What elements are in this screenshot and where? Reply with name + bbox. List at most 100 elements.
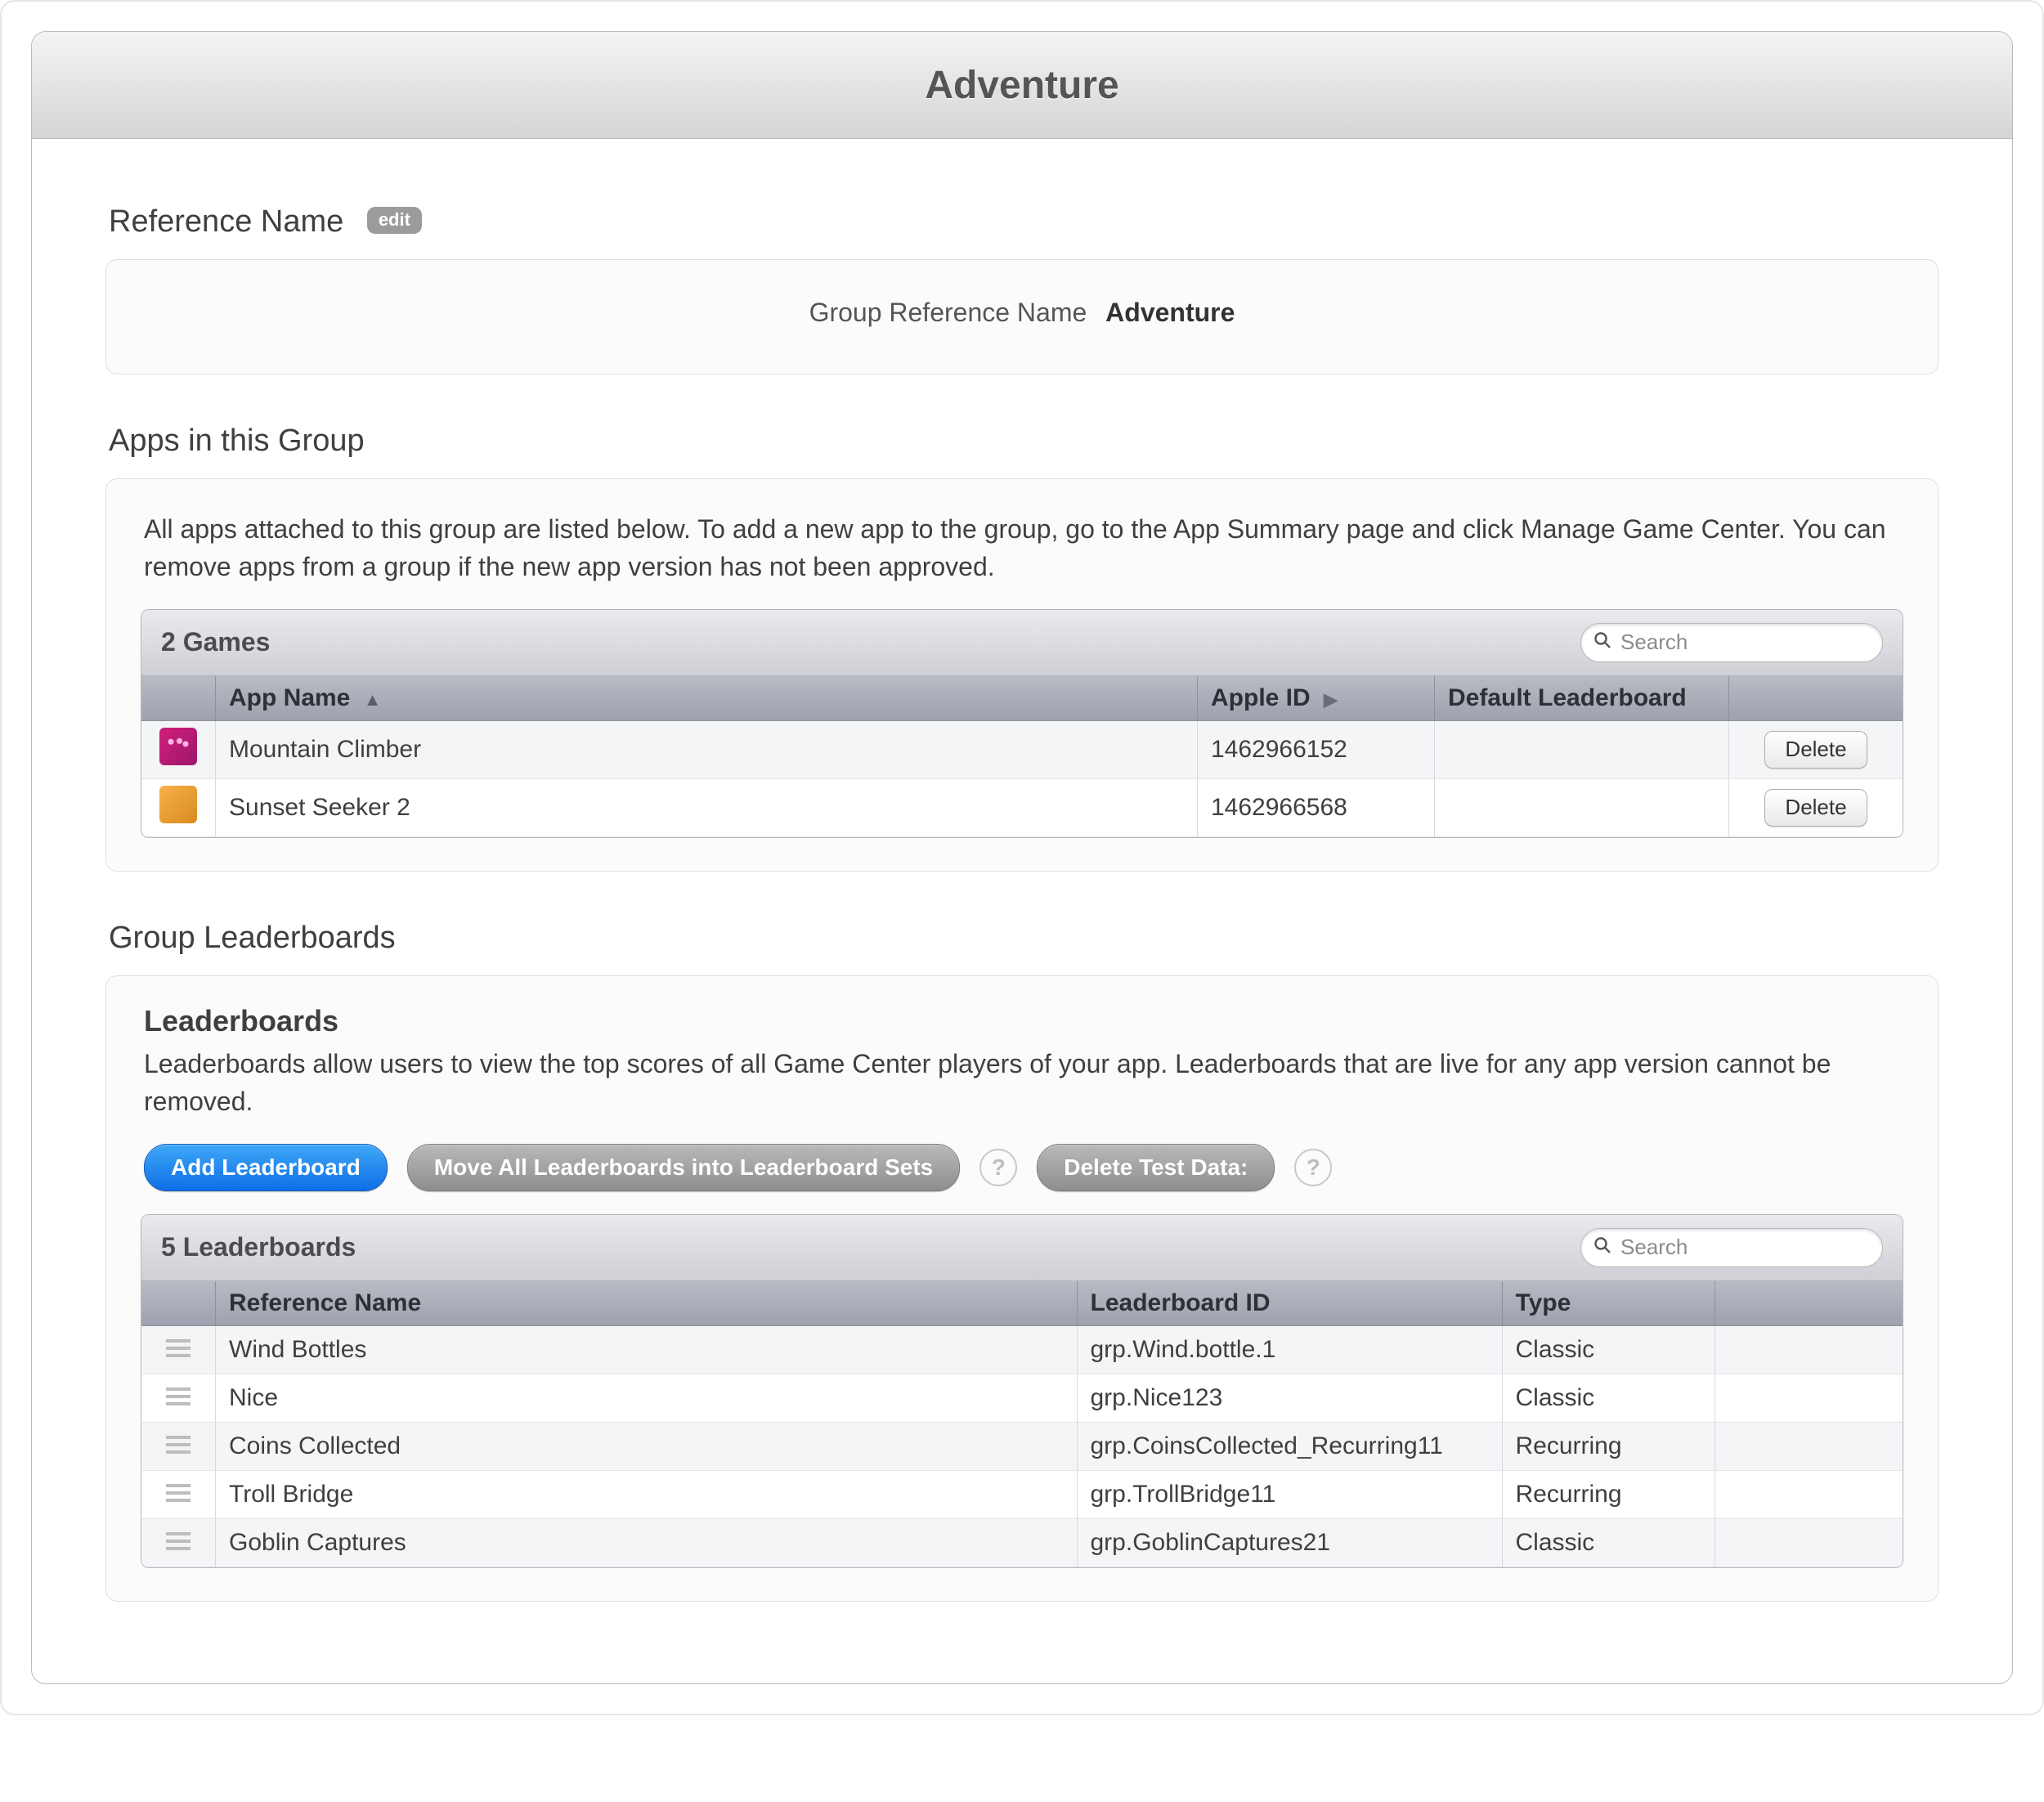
table-row: Goblin Captures grp.GoblinCaptures21 Cla… <box>141 1518 1903 1567</box>
apps-col-apple-id-header[interactable]: Apple ID ▶ <box>1198 676 1435 721</box>
apps-table-title: 2 Games <box>161 627 270 657</box>
leaderboard-type-cell: Classic <box>1502 1518 1715 1567</box>
add-leaderboard-button[interactable]: Add Leaderboard <box>144 1144 388 1191</box>
apps-col-default-leaderboard-header[interactable]: Default Leaderboard <box>1435 676 1729 721</box>
drag-handle-cell[interactable] <box>141 1422 216 1470</box>
sort-asc-icon: ▲ <box>364 689 382 710</box>
window: Adventure Reference Name edit Group Refe… <box>31 31 2013 1684</box>
apps-in-group-label: Apps in this Group <box>109 424 365 458</box>
app-icon-cell <box>141 720 216 778</box>
apps-panel: All apps attached to this group are list… <box>105 478 1939 872</box>
apple-id-cell: 1462966568 <box>1198 778 1435 836</box>
lb-col-type-header[interactable]: Type <box>1502 1281 1715 1326</box>
app-icon-cell <box>141 778 216 836</box>
leaderboard-type-cell: Recurring <box>1502 1422 1715 1470</box>
app-name-cell[interactable]: Sunset Seeker 2 <box>216 778 1198 836</box>
reference-name-heading: Reference Name edit <box>109 204 1939 240</box>
leaderboards-search-field[interactable] <box>1580 1228 1883 1267</box>
apps-table-head-row: App Name ▲ Apple ID ▶ Default Leaderboar… <box>141 676 1903 721</box>
drag-handle-icon <box>166 1436 191 1454</box>
drag-handle-cell[interactable] <box>141 1374 216 1422</box>
leaderboard-action-cell <box>1715 1422 1903 1470</box>
edit-button[interactable]: edit <box>367 207 422 234</box>
lb-col-type-label: Type <box>1516 1289 1571 1316</box>
apps-col-app-name-label: App Name <box>229 684 350 711</box>
default-leaderboard-cell <box>1435 778 1729 836</box>
leaderboards-description: Leaderboards allow users to view the top… <box>144 1045 1900 1121</box>
help-icon[interactable]: ? <box>1294 1149 1332 1186</box>
apps-table: App Name ▲ Apple ID ▶ Default Leaderboar… <box>141 676 1903 837</box>
apps-search-field[interactable] <box>1580 623 1883 662</box>
apps-col-icon-header[interactable] <box>141 676 216 721</box>
apps-col-app-name-header[interactable]: App Name ▲ <box>216 676 1198 721</box>
leaderboards-table-header: 5 Leaderboards <box>141 1215 1903 1281</box>
titlebar: Adventure <box>32 32 2012 139</box>
page-title: Adventure <box>925 63 1118 108</box>
group-reference-value: Adventure <box>1105 298 1235 327</box>
apps-col-default-leaderboard-label: Default Leaderboard <box>1448 684 1687 711</box>
delete-button[interactable]: Delete <box>1764 731 1867 769</box>
table-row: Coins Collected grp.CoinsCollected_Recur… <box>141 1422 1903 1470</box>
leaderboard-ref-name-cell[interactable]: Coins Collected <box>216 1422 1078 1470</box>
drag-handle-icon <box>166 1532 191 1550</box>
leaderboards-panel: Leaderboards Leaderboards allow users to… <box>105 975 1939 1602</box>
table-row: Mountain Climber 1462966152 Delete <box>141 720 1903 778</box>
table-row: Nice grp.Nice123 Classic <box>141 1374 1903 1422</box>
group-reference-label: Group Reference Name <box>809 298 1087 327</box>
delete-button[interactable]: Delete <box>1764 789 1867 827</box>
group-leaderboards-heading: Group Leaderboards <box>109 921 1939 956</box>
group-leaderboards-label: Group Leaderboards <box>109 921 396 955</box>
lb-col-leaderboard-id-header[interactable]: Leaderboard ID <box>1077 1281 1502 1326</box>
apple-id-cell: 1462966152 <box>1198 720 1435 778</box>
leaderboard-type-cell: Recurring <box>1502 1470 1715 1518</box>
drag-handle-icon <box>166 1387 191 1405</box>
leaderboard-action-cell <box>1715 1374 1903 1422</box>
action-cell: Delete <box>1729 720 1903 778</box>
action-cell: Delete <box>1729 778 1903 836</box>
leaderboards-table-wrap: 5 Leaderboards <box>141 1214 1903 1568</box>
drag-handle-icon <box>166 1339 191 1357</box>
default-leaderboard-cell <box>1435 720 1729 778</box>
table-row: Wind Bottles grp.Wind.bottle.1 Classic <box>141 1325 1903 1374</box>
group-reference-row: Group Reference Name Adventure <box>141 285 1903 341</box>
reference-name-panel: Group Reference Name Adventure <box>105 259 1939 374</box>
leaderboards-search-input[interactable] <box>1619 1234 1871 1261</box>
leaderboards-table-title: 5 Leaderboards <box>161 1232 356 1262</box>
apps-col-actions-header <box>1729 676 1903 721</box>
table-row: Troll Bridge grp.TrollBridge11 Recurring <box>141 1470 1903 1518</box>
reference-name-label: Reference Name <box>109 204 343 239</box>
move-all-leaderboards-button[interactable]: Move All Leaderboards into Leaderboard S… <box>407 1144 960 1191</box>
leaderboards-button-row: Add Leaderboard Move All Leaderboards in… <box>144 1144 1900 1191</box>
lb-col-icon-header <box>141 1281 216 1326</box>
app-name-cell[interactable]: Mountain Climber <box>216 720 1198 778</box>
search-icon <box>1593 630 1612 656</box>
drag-handle-cell[interactable] <box>141 1518 216 1567</box>
leaderboard-type-cell: Classic <box>1502 1374 1715 1422</box>
search-icon <box>1593 1235 1612 1261</box>
leaderboards-table-head-row: Reference Name Leaderboard ID Type <box>141 1281 1903 1326</box>
drag-handle-cell[interactable] <box>141 1325 216 1374</box>
apps-search-input[interactable] <box>1619 629 1871 656</box>
app-icon <box>159 728 197 765</box>
leaderboard-ref-name-cell[interactable]: Troll Bridge <box>216 1470 1078 1518</box>
leaderboard-id-cell: grp.GoblinCaptures21 <box>1077 1518 1502 1567</box>
leaderboards-table: Reference Name Leaderboard ID Type <box>141 1281 1903 1567</box>
delete-test-data-button[interactable]: Delete Test Data: <box>1037 1144 1275 1191</box>
leaderboard-ref-name-cell[interactable]: Goblin Captures <box>216 1518 1078 1567</box>
drag-handle-icon <box>166 1484 191 1502</box>
leaderboard-action-cell <box>1715 1325 1903 1374</box>
sort-arrow-right-icon: ▶ <box>1324 689 1338 710</box>
leaderboard-ref-name-cell[interactable]: Nice <box>216 1374 1078 1422</box>
leaderboards-subheading: Leaderboards <box>144 1004 1900 1038</box>
lb-col-reference-name-label: Reference Name <box>229 1289 421 1316</box>
content-area: Reference Name edit Group Reference Name… <box>32 139 2012 1683</box>
leaderboard-id-cell: grp.Wind.bottle.1 <box>1077 1325 1502 1374</box>
lb-col-leaderboard-id-label: Leaderboard ID <box>1091 1289 1271 1316</box>
lb-col-reference-name-header[interactable]: Reference Name <box>216 1281 1078 1326</box>
leaderboard-ref-name-cell[interactable]: Wind Bottles <box>216 1325 1078 1374</box>
apps-in-group-heading: Apps in this Group <box>109 424 1939 459</box>
help-icon[interactable]: ? <box>979 1149 1017 1186</box>
table-row: Sunset Seeker 2 1462966568 Delete <box>141 778 1903 836</box>
leaderboard-id-cell: grp.TrollBridge11 <box>1077 1470 1502 1518</box>
drag-handle-cell[interactable] <box>141 1470 216 1518</box>
